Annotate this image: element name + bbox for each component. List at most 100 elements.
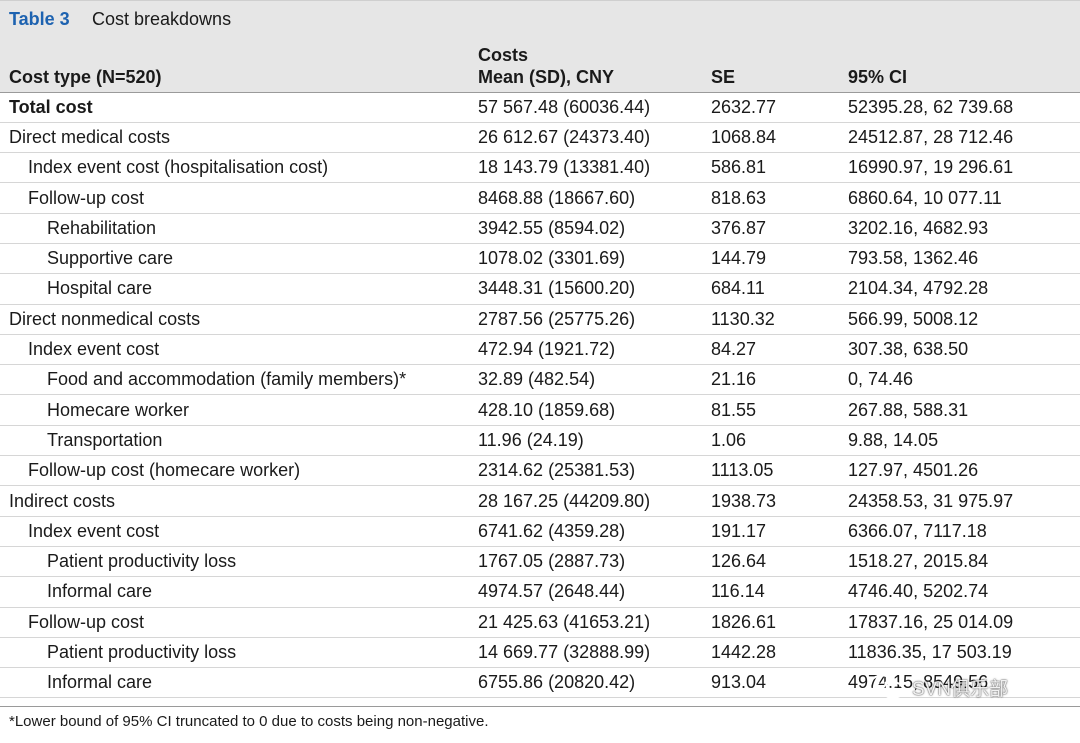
cell-se: 81.55 — [711, 399, 757, 420]
cell-ci: 0, 74.46 — [848, 369, 914, 390]
cell-cost-type: Total cost — [9, 96, 93, 117]
cell-se: 144.79 — [711, 248, 767, 269]
cell-se: 191.17 — [711, 520, 767, 541]
cell-cost-type: Informal care — [47, 581, 153, 602]
cell-se: 2632.77 — [711, 96, 777, 117]
cell-ci: 566.99, 5008.12 — [848, 308, 979, 329]
table-row: Patient productivity loss 1767.05 (2887.7… — [0, 546, 1080, 577]
cell-ci: 793.58, 1362.46 — [848, 248, 979, 269]
table-header: Cost type (N=520) Costs Mean (SD), CNY S… — [0, 38, 1080, 92]
table-row: Total cost 57 567.48 (60036.44) 2632.77 523… — [0, 92, 1080, 123]
cell-ci: 16990.97, 19 296.61 — [848, 157, 1014, 178]
cell-se: 126.64 — [711, 551, 767, 572]
cell-se: 1130.32 — [711, 308, 775, 329]
table-row: Food and accommodation (family members)*… — [0, 365, 1080, 395]
table-row: Index event cost (hospitalisation cost) 1… — [0, 153, 1080, 183]
header-ci: 95% CI — [848, 66, 908, 87]
cell-se: 1113.05 — [711, 460, 774, 481]
cell-mean-sd: 4974.57 (2648.44) — [478, 581, 626, 602]
table-row: Supportive care 1078.02 (3301.69) 144.79 79… — [0, 243, 1080, 274]
table-row: Follow-up cost 8468.88 (18667.60) 818.63 68… — [0, 183, 1080, 214]
cell-ci: 11836.35, 17 503.19 — [848, 641, 1012, 662]
table-row: Follow-up cost (homecare worker) 2314.62 … — [0, 456, 1080, 486]
cell-ci: 52395.28, 62 739.68 — [848, 96, 1014, 117]
cell-mean-sd: 428.10 (1859.68) — [478, 399, 616, 420]
watermark-text: SVN俱乐部 — [912, 678, 1009, 700]
cell-mean-sd: 6755.86 (20820.42) — [478, 672, 636, 693]
table-row: Direct medical costs 26 612.67 (24373.40)… — [0, 122, 1080, 153]
cell-cost-type: Indirect costs — [9, 490, 116, 511]
cell-mean-sd: 472.94 (1921.72) — [478, 339, 616, 360]
cell-ci: 9.88, 14.05 — [848, 429, 939, 450]
cell-ci: 307.38, 638.50 — [848, 339, 969, 360]
cell-cost-type: Hospital care — [47, 278, 153, 299]
cell-se: 586.81 — [711, 157, 767, 178]
cell-cost-type: Food and accommodation (family members)* — [47, 369, 407, 390]
cell-se: 376.87 — [711, 217, 767, 238]
cell-mean-sd: 14 669.77 (32888.99) — [478, 641, 651, 662]
cell-se: 84.27 — [711, 339, 757, 360]
cell-ci: 267.88, 588.31 — [848, 399, 969, 420]
table-body: Total cost 57 567.48 (60036.44) 2632.77 523… — [0, 92, 1080, 698]
table-row: Hospital care 3448.31 (15600.20) 684.11 210… — [0, 274, 1080, 305]
cell-mean-sd: 21 425.63 (41653.21) — [478, 611, 651, 632]
cell-cost-type: Rehabilitation — [47, 217, 157, 238]
cell-cost-type: Follow-up cost — [28, 187, 145, 208]
cell-ci: 6860.64, 10 077.11 — [848, 187, 1002, 208]
cell-cost-type: Index event cost (hospitalisation cost) — [28, 157, 329, 178]
table-row: Patient productivity loss 14 669.77 (3288… — [0, 637, 1080, 668]
cell-mean-sd: 2787.56 (25775.26) — [478, 308, 636, 329]
table-footnote: *Lower bound of 95% CI truncated to 0 du… — [0, 706, 1080, 743]
cell-mean-sd: 6741.62 (4359.28) — [478, 520, 626, 541]
cell-mean-sd: 28 167.25 (44209.80) — [478, 490, 651, 511]
cell-ci: 1518.27, 2015.84 — [848, 551, 989, 572]
watermark: SVN俱乐部 — [868, 672, 1008, 702]
cell-se: 21.16 — [711, 369, 757, 390]
cell-cost-type: Direct nonmedical costs — [9, 308, 201, 329]
cell-ci: 127.97, 4501.26 — [848, 460, 979, 481]
cell-mean-sd: 26 612.67 (24373.40) — [478, 126, 651, 147]
cell-mean-sd: 32.89 (482.54) — [478, 369, 596, 390]
table-row: Direct nonmedical costs 2787.56 (25775.26… — [0, 304, 1080, 335]
cell-cost-type: Patient productivity loss — [47, 551, 237, 572]
cell-ci: 24358.53, 31 975.97 — [848, 490, 1014, 511]
cell-ci: 17837.16, 25 014.09 — [848, 611, 1014, 632]
cell-cost-type: Index event cost — [28, 520, 160, 541]
cell-cost-type: Transportation — [47, 429, 163, 450]
table-title: Cost breakdowns — [92, 9, 232, 29]
header-se: SE — [711, 66, 736, 87]
cell-se: 913.04 — [711, 672, 767, 693]
header-cost-type: Cost type (N=520) — [9, 66, 162, 87]
cell-mean-sd: 1078.02 (3301.69) — [478, 248, 626, 269]
cell-mean-sd: 3942.55 (8594.02) — [478, 217, 626, 238]
cell-se: 1938.73 — [711, 490, 777, 511]
cell-cost-type: Informal care — [47, 672, 153, 693]
cell-cost-type: Follow-up cost — [28, 611, 145, 632]
cell-mean-sd: 8468.88 (18667.60) — [478, 187, 636, 208]
cell-se: 818.63 — [711, 187, 767, 208]
cell-ci: 3202.16, 4682.93 — [848, 217, 989, 238]
cell-cost-type: Follow-up cost (homecare worker) — [28, 460, 301, 481]
header-costs-top: Costs — [478, 44, 529, 65]
wechat-icon — [869, 674, 904, 699]
cell-mean-sd: 11.96 (24.19) — [478, 429, 584, 450]
cell-ci: 24512.87, 28 712.46 — [848, 126, 1014, 147]
cell-ci: 6366.07, 7117.18 — [848, 520, 987, 541]
table-caption: Table 3 Cost breakdowns — [0, 0, 1080, 38]
cell-cost-type: Patient productivity loss — [47, 641, 237, 662]
table-row: Index event cost 6741.62 (4359.28) 191.17 6… — [0, 516, 1080, 547]
table-row: Informal care 4974.57 (2648.44) 116.14 4746… — [0, 577, 1080, 608]
table-row: Follow-up cost 21 425.63 (41653.21) 1826.6… — [0, 607, 1080, 638]
header-mean-sd: Mean (SD), CNY — [478, 66, 615, 87]
header-costs: Costs Mean (SD), CNY — [478, 38, 711, 92]
cell-se: 1826.61 — [711, 611, 777, 632]
cell-mean-sd: 2314.62 (25381.53) — [478, 460, 636, 481]
cell-cost-type: Direct medical costs — [9, 126, 171, 147]
cell-ci: 2104.34, 4792.28 — [848, 278, 989, 299]
cell-se: 684.11 — [711, 278, 765, 299]
table-row: Index event cost 472.94 (1921.72) 84.27 307… — [0, 334, 1080, 365]
cell-se: 116.14 — [711, 581, 765, 602]
cell-se: 1068.84 — [711, 126, 777, 147]
table-row: Homecare worker 428.10 (1859.68) 81.55 267.… — [0, 395, 1080, 426]
table-row: Indirect costs 28 167.25 (44209.80) 1938.7… — [0, 486, 1080, 517]
